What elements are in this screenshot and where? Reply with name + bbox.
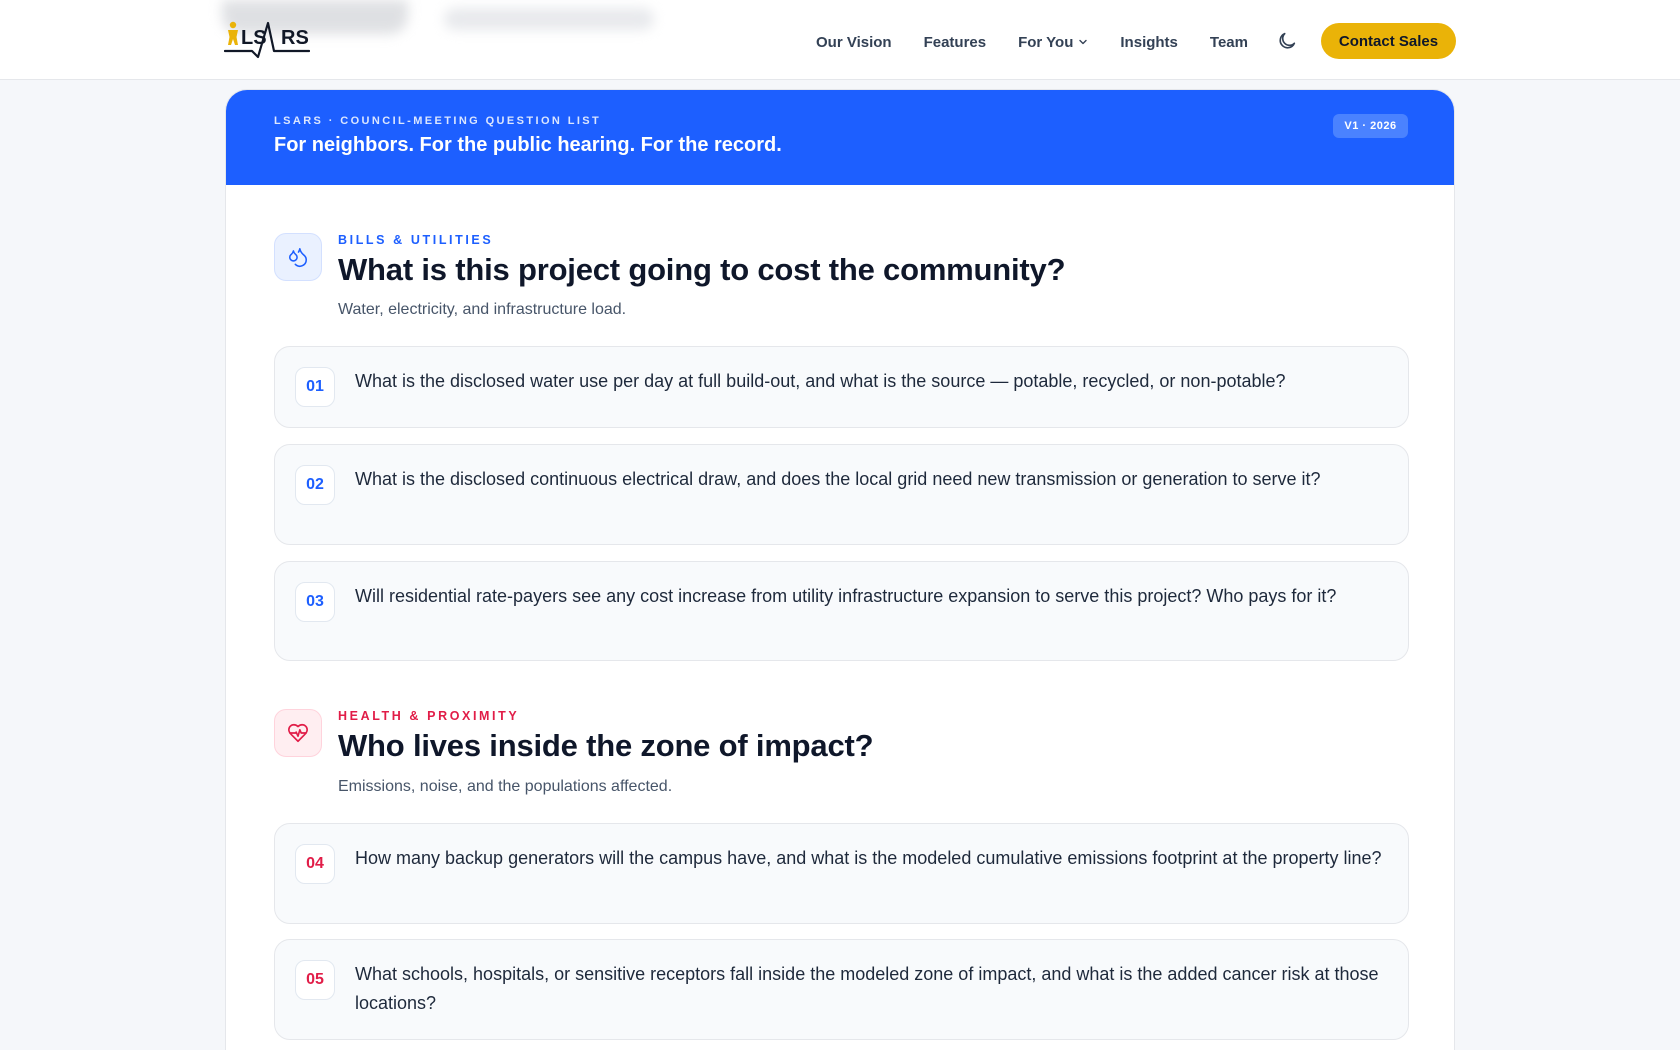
question-item[interactable]: 04 How many backup generators will the c… bbox=[274, 823, 1409, 924]
section-title: What is this project going to cost the c… bbox=[338, 252, 1066, 287]
question-text: What schools, hospitals, or sensitive re… bbox=[355, 964, 1379, 1013]
section-kicker: HEALTH & PROXIMITY bbox=[338, 709, 520, 723]
droplets-icon bbox=[274, 233, 322, 281]
nav-label: Insights bbox=[1120, 33, 1178, 51]
question-text: What is the disclosed continuous electri… bbox=[355, 469, 1321, 489]
moon-icon[interactable] bbox=[1276, 30, 1298, 52]
nav-our-vision[interactable]: Our Vision bbox=[816, 34, 892, 51]
question-text: What is the disclosed water use per day … bbox=[355, 371, 1286, 391]
nav-label: Features bbox=[923, 33, 987, 51]
question-item[interactable]: 01 What is the disclosed water use per d… bbox=[274, 346, 1409, 428]
svg-text:RS: RS bbox=[281, 27, 309, 49]
question-item[interactable]: 03 Will residential rate-payers see any … bbox=[274, 561, 1409, 661]
section-subtitle: Emissions, noise, and the populations af… bbox=[338, 778, 673, 795]
main-nav: Our Vision Features For You Insights Tea… bbox=[816, 32, 1280, 52]
heart-pulse-icon bbox=[274, 709, 322, 757]
question-number: 02 bbox=[295, 465, 335, 505]
question-list-card: LSARS · COUNCIL-MEETING QUESTION LIST Fo… bbox=[225, 89, 1455, 1050]
section-subtitle: Water, electricity, and infrastructure l… bbox=[338, 301, 627, 318]
nav-for-you-dropdown[interactable]: For You bbox=[1018, 34, 1088, 51]
question-item[interactable]: 02 What is the disclosed continuous elec… bbox=[274, 444, 1409, 545]
nav-team[interactable]: Team bbox=[1210, 34, 1248, 51]
question-number: 04 bbox=[295, 844, 335, 884]
banner-kicker: LSARS · COUNCIL-MEETING QUESTION LIST bbox=[274, 115, 602, 127]
lsars-logo[interactable]: LS RS bbox=[224, 20, 310, 60]
banner-title: For neighbors. For the public hearing. F… bbox=[274, 134, 782, 156]
section-title: Who lives inside the zone of impact? bbox=[338, 728, 874, 763]
nav-label: For You bbox=[1018, 33, 1074, 51]
nav-features[interactable]: Features bbox=[924, 34, 987, 51]
nav-label: Team bbox=[1209, 33, 1248, 51]
section-kicker: BILLS & UTILITIES bbox=[338, 233, 494, 247]
question-number: 03 bbox=[295, 582, 335, 622]
top-navigation-bar: LS RS Our Vision Features For You Insigh… bbox=[0, 0, 1680, 80]
nav-label: Our Vision bbox=[816, 33, 892, 51]
question-item[interactable]: 05 What schools, hospitals, or sensitive… bbox=[274, 939, 1409, 1040]
chevron-down-icon bbox=[1079, 39, 1088, 45]
nav-insights[interactable]: Insights bbox=[1120, 34, 1178, 51]
question-text: How many backup generators will the camp… bbox=[355, 848, 1382, 868]
contact-sales-button[interactable]: Contact Sales bbox=[1321, 23, 1456, 59]
question-text: Will residential rate-payers see any cos… bbox=[355, 586, 1337, 606]
blurred-overlay bbox=[444, 8, 654, 30]
version-badge: V1 · 2026 bbox=[1333, 114, 1408, 138]
question-number: 05 bbox=[295, 960, 335, 1000]
question-number: 01 bbox=[295, 367, 335, 407]
question-list-banner: LSARS · COUNCIL-MEETING QUESTION LIST Fo… bbox=[226, 90, 1454, 185]
